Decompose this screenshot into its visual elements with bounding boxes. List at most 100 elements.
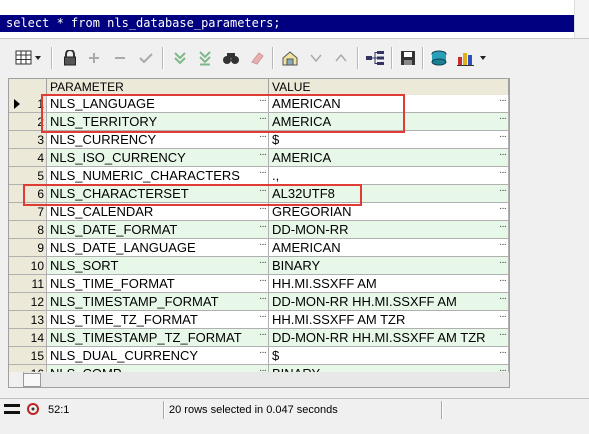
value-cell[interactable]: AL32UTF8 ··· [269,185,509,203]
cell-edit-button[interactable]: ··· [259,293,267,308]
table-row[interactable]: 10 NLS_SORT ··· BINARY ··· [9,257,509,275]
table-row[interactable]: 8 NLS_DATE_FORMAT ··· DD-MON-RR ··· [9,221,509,239]
cell-edit-button[interactable]: ··· [259,257,267,272]
cell-edit-button[interactable]: ··· [499,293,507,308]
parameter-cell[interactable]: NLS_TIMESTAMP_TZ_FORMAT ··· [47,329,269,347]
cell-edit-button[interactable]: ··· [259,347,267,362]
cell-edit-button[interactable]: ··· [499,113,507,128]
parameter-cell[interactable]: NLS_ISO_CURRENCY ··· [47,149,269,167]
cell-edit-button[interactable]: ··· [499,95,507,110]
save-button[interactable] [398,49,418,67]
table-row[interactable]: 5 NLS_NUMERIC_CHARACTERS ···., ··· [9,167,509,185]
row-number[interactable]: 2 [9,113,47,131]
query-by-example-button[interactable] [280,49,300,67]
value-cell[interactable]: AMERICA ··· [269,113,509,131]
delete-record-button[interactable] [110,49,130,67]
cell-edit-button[interactable]: ··· [499,185,507,200]
row-number[interactable]: 13 [9,311,47,329]
cell-edit-button[interactable]: ··· [259,95,267,110]
table-row[interactable]: 9 NLS_DATE_LANGUAGE ··· AMERICAN ··· [9,239,509,257]
table-row[interactable]: 12 NLS_TIMESTAMP_FORMAT ··· DD-MON-RR HH.MI… [9,293,509,311]
value-cell[interactable]: HH.MI.SSXFF AM ··· [269,275,509,293]
value-cell[interactable]: AMERICA ··· [269,149,509,167]
export-button[interactable] [429,49,449,67]
row-number[interactable]: 11 [9,275,47,293]
clear-button[interactable] [247,49,267,67]
fetch-next-button[interactable] [170,49,190,67]
row-number[interactable]: 7 [9,203,47,221]
row-number[interactable]: 12 [9,293,47,311]
parameter-cell[interactable]: NLS_NUMERIC_CHARACTERS ··· [47,167,269,185]
cell-edit-button[interactable]: ··· [499,203,507,218]
parameter-cell[interactable]: NLS_DATE_LANGUAGE ··· [47,239,269,257]
value-cell[interactable]: BINARY ··· [269,257,509,275]
value-cell[interactable]: AMERICAN ··· [269,95,509,113]
parameter-cell[interactable]: NLS_TIME_FORMAT ··· [47,275,269,293]
cell-edit-button[interactable]: ··· [259,131,267,146]
table-row[interactable]: 1 NLS_LANGUAGE ··· AMERICAN ··· [9,95,509,113]
parameter-cell[interactable]: NLS_CURRENCY ··· [47,131,269,149]
table-row[interactable]: 6 NLS_CHARACTERSET ··· AL32UTF8 ··· [9,185,509,203]
value-cell[interactable]: ., ··· [269,167,509,185]
row-number[interactable]: 15 [9,347,47,365]
cell-edit-button[interactable]: ··· [259,239,267,254]
results-grid[interactable]: PARAMETER VALUE 1 NLS_LANGUAGE ··· AMERICAN… [8,78,510,374]
row-number[interactable]: 3 [9,131,47,149]
scroll-left-button[interactable] [9,372,24,387]
value-cell[interactable]: $ ··· [269,347,509,365]
add-record-button[interactable] [84,49,104,67]
cell-edit-button[interactable]: ··· [499,149,507,164]
sql-editor[interactable]: select * from nls_database_parameters; [0,0,589,39]
cell-edit-button[interactable]: ··· [259,311,267,326]
value-cell[interactable]: AMERICAN ··· [269,239,509,257]
cell-edit-button[interactable]: ··· [499,131,507,146]
parameter-cell[interactable]: NLS_TIMESTAMP_FORMAT ··· [47,293,269,311]
table-row[interactable]: 4 NLS_ISO_CURRENCY ··· AMERICA ··· [9,149,509,167]
chart-button[interactable] [456,49,490,67]
table-row[interactable]: 2 NLS_TERRITORY ··· AMERICA ··· [9,113,509,131]
scroll-thumb[interactable] [23,373,41,387]
row-number[interactable]: 9 [9,239,47,257]
sort-descending-button[interactable] [306,49,326,67]
value-cell[interactable]: $ ··· [269,131,509,149]
row-number[interactable]: 10 [9,257,47,275]
value-cell[interactable]: DD-MON-RR ··· [269,221,509,239]
parameter-cell[interactable]: NLS_LANGUAGE ··· [47,95,269,113]
cell-edit-button[interactable]: ··· [259,185,267,200]
value-cell[interactable]: DD-MON-RR HH.MI.SSXFF AM TZR ··· [269,329,509,347]
value-cell[interactable]: HH.MI.SSXFF AM TZR ··· [269,311,509,329]
cell-edit-button[interactable]: ··· [259,113,267,128]
parameter-cell[interactable]: NLS_DATE_FORMAT ··· [47,221,269,239]
column-header-value[interactable]: VALUE [269,79,509,95]
menu-lines-icon[interactable] [4,402,20,418]
cell-edit-button[interactable]: ··· [499,347,507,362]
editor-scrollbar[interactable] [574,0,589,38]
cell-edit-button[interactable]: ··· [499,311,507,326]
sort-ascending-button[interactable] [331,49,351,67]
cell-edit-button[interactable]: ··· [499,275,507,290]
cell-edit-button[interactable]: ··· [499,167,507,182]
row-number[interactable]: 5 [9,167,47,185]
column-header-parameter[interactable]: PARAMETER [47,79,269,95]
parameter-cell[interactable]: NLS_SORT ··· [47,257,269,275]
cell-edit-button[interactable]: ··· [499,221,507,236]
find-button[interactable] [221,49,241,67]
value-cell[interactable]: DD-MON-RR HH.MI.SSXFF AM ··· [269,293,509,311]
grid-view-button[interactable] [14,49,44,67]
parameter-cell[interactable]: NLS_TIME_TZ_FORMAT ··· [47,311,269,329]
row-number[interactable]: 8 [9,221,47,239]
cell-edit-button[interactable]: ··· [499,239,507,254]
row-number[interactable]: 4 [9,149,47,167]
parameter-cell[interactable]: NLS_CHARACTERSET ··· [47,185,269,203]
parameter-cell[interactable]: NLS_TERRITORY ··· [47,113,269,131]
parameter-cell[interactable]: NLS_DUAL_CURRENCY ··· [47,347,269,365]
cell-edit-button[interactable]: ··· [259,149,267,164]
cell-edit-button[interactable]: ··· [259,275,267,290]
cell-edit-button[interactable]: ··· [259,221,267,236]
value-cell[interactable]: GREGORIAN ··· [269,203,509,221]
table-row[interactable]: 14 NLS_TIMESTAMP_TZ_FORMAT ··· DD-MON-RR HH… [9,329,509,347]
fetch-last-button[interactable] [195,49,215,67]
lock-button[interactable] [60,49,80,67]
cell-edit-button[interactable]: ··· [259,167,267,182]
post-edit-button[interactable] [136,49,156,67]
